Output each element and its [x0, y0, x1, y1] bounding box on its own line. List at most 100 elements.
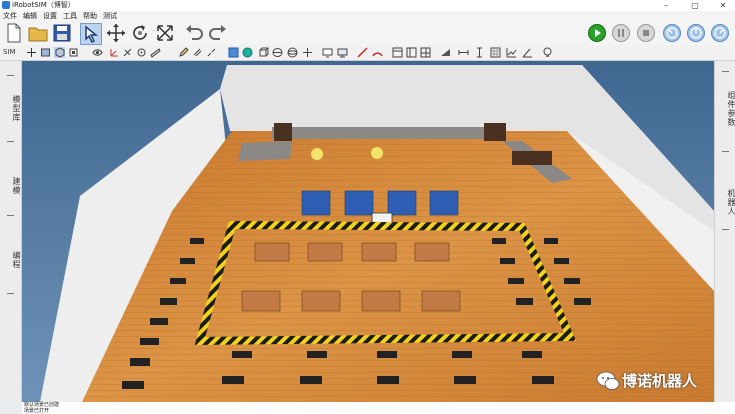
- speed-fast-icon[interactable]: [710, 23, 730, 43]
- height-icon[interactable]: [474, 47, 485, 58]
- desk: [160, 298, 177, 305]
- pen-icon[interactable]: [178, 47, 189, 58]
- ellipsoid-icon[interactable]: [287, 47, 298, 58]
- angle-icon[interactable]: [522, 47, 533, 58]
- stop-icon[interactable]: [636, 23, 656, 43]
- view-iso-icon[interactable]: [54, 47, 65, 58]
- view-front-icon[interactable]: [40, 47, 51, 58]
- desk: [377, 376, 399, 384]
- menu-test[interactable]: 测试: [100, 11, 120, 21]
- 3d-viewport[interactable]: [22, 61, 714, 402]
- tab-programming[interactable]: 编程: [0, 249, 21, 271]
- speed-normal-icon[interactable]: [686, 23, 706, 43]
- window-c-icon[interactable]: [420, 47, 431, 58]
- desk: [454, 376, 476, 384]
- menu-settings[interactable]: 设置: [40, 11, 60, 21]
- counter-left: [238, 141, 292, 161]
- select-pointer-icon[interactable]: [80, 23, 102, 45]
- status-line: 场景已打开: [24, 408, 50, 414]
- desk: [130, 358, 150, 366]
- close-button[interactable]: ✕: [712, 0, 734, 11]
- desk: [300, 376, 322, 384]
- maximize-button[interactable]: ▢: [684, 0, 706, 11]
- line-tool-icon[interactable]: [357, 47, 368, 58]
- monitor-icon[interactable]: [337, 47, 348, 58]
- menu-file[interactable]: 文件: [0, 11, 20, 21]
- cylinder-icon[interactable]: [272, 47, 283, 58]
- axis-icon[interactable]: [108, 47, 119, 58]
- desk: [492, 238, 506, 244]
- desk: [516, 298, 533, 305]
- arc-tool-icon[interactable]: [372, 47, 383, 58]
- cube-icon[interactable]: [258, 47, 269, 58]
- robot-station: [344, 190, 374, 216]
- left-panel-separator: [7, 141, 14, 142]
- robot-station: [301, 190, 331, 216]
- menu-bar: 文件 编辑 设置 工具 帮助 测试: [0, 11, 735, 21]
- pause-icon[interactable]: [611, 23, 631, 43]
- move-icon[interactable]: [106, 23, 126, 43]
- grid-icon[interactable]: [490, 47, 501, 58]
- yellow-bin-left: [311, 148, 323, 160]
- pan-icon[interactable]: [26, 47, 37, 58]
- window-b-icon[interactable]: [406, 47, 417, 58]
- desk: [554, 258, 569, 264]
- window-title: iRobotSIM（博智）: [12, 1, 75, 9]
- box-icon[interactable]: [228, 47, 239, 58]
- window-a-icon[interactable]: [392, 47, 403, 58]
- menu-edit[interactable]: 编辑: [20, 11, 40, 21]
- app-logo-icon: [2, 1, 10, 9]
- tab-robot[interactable]: 机器人: [715, 185, 735, 219]
- tab-model-library[interactable]: 模型库: [0, 91, 21, 125]
- unlink-icon[interactable]: [206, 47, 217, 58]
- desk: [222, 376, 244, 384]
- main-toolbar: [0, 21, 735, 45]
- tab-modeling[interactable]: 建模: [0, 175, 21, 197]
- table: [254, 242, 290, 262]
- bulb-icon[interactable]: [542, 47, 553, 58]
- snap-icon[interactable]: [136, 47, 147, 58]
- speed-slow-icon[interactable]: [662, 23, 682, 43]
- desk: [170, 278, 186, 284]
- view-top-icon[interactable]: [68, 47, 79, 58]
- measure-icon[interactable]: [150, 47, 161, 58]
- wedge-icon[interactable]: [440, 47, 451, 58]
- rotate-icon[interactable]: [130, 23, 150, 43]
- table: [361, 290, 401, 312]
- scale-icon[interactable]: [155, 23, 175, 43]
- cabinet-left: [274, 123, 292, 141]
- chart-icon[interactable]: [506, 47, 517, 58]
- align-icon[interactable]: [122, 47, 133, 58]
- minimize-button[interactable]: –: [655, 0, 677, 11]
- desk: [564, 278, 580, 284]
- undo-icon[interactable]: [184, 23, 204, 43]
- menu-help[interactable]: 帮助: [80, 11, 100, 21]
- left-panel-separator: [7, 75, 14, 76]
- tab-component-params[interactable]: 组件参数: [715, 87, 735, 131]
- play-icon[interactable]: [587, 23, 607, 43]
- screen-icon[interactable]: [322, 47, 333, 58]
- desk: [150, 318, 168, 325]
- status-bar: 默认场景已创建 场景已打开: [22, 402, 735, 414]
- open-folder-icon[interactable]: [28, 23, 48, 43]
- new-file-icon[interactable]: [4, 23, 24, 43]
- left-panel: 模型库 建模 编程: [0, 61, 22, 402]
- link-icon[interactable]: [192, 47, 203, 58]
- yellow-bin-right: [371, 147, 383, 159]
- desk: [544, 238, 558, 244]
- save-icon[interactable]: [52, 23, 72, 43]
- counter-back: [272, 127, 492, 139]
- sim-label: SIM: [3, 48, 16, 56]
- wechat-icon: [596, 371, 620, 390]
- add-point-icon[interactable]: [302, 47, 313, 58]
- desk: [377, 351, 397, 358]
- table: [307, 242, 343, 262]
- menu-tools[interactable]: 工具: [60, 11, 80, 21]
- right-panel-separator: [722, 151, 729, 152]
- table: [301, 290, 341, 312]
- redo-icon[interactable]: [208, 23, 228, 43]
- dimension-icon[interactable]: [458, 47, 469, 58]
- table: [421, 290, 461, 312]
- sphere-icon[interactable]: [242, 47, 253, 58]
- eye-icon[interactable]: [92, 47, 103, 58]
